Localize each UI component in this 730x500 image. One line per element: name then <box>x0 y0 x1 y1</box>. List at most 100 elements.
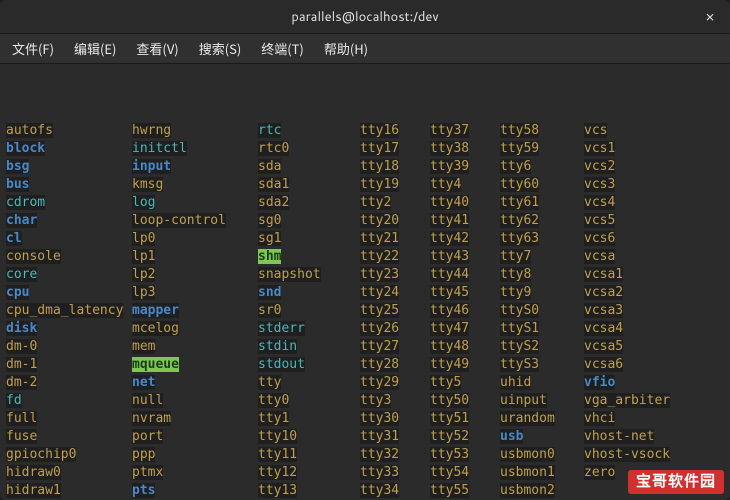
file-entry: vcs1 <box>584 140 704 158</box>
file-entry: tty60 <box>500 176 584 194</box>
file-entry: cdrom <box>6 194 132 212</box>
file-entry: dm-2 <box>6 374 132 392</box>
terminal-viewport[interactable]: autofshwrngrtctty16tty37tty58vcsblockini… <box>0 64 730 500</box>
titlebar: parallels@localhost:/dev × <box>0 0 730 34</box>
file-entry: uinput <box>500 392 584 410</box>
file-entry: vcsa3 <box>584 302 704 320</box>
file-entry: initctl <box>132 140 258 158</box>
file-entry: tty10 <box>258 428 360 446</box>
file-entry: tty34 <box>360 482 430 500</box>
file-entry: tty29 <box>360 374 430 392</box>
file-entry: tty51 <box>430 410 500 428</box>
menu-terminal[interactable]: 终端(T) <box>257 37 308 60</box>
file-entry: urandom <box>500 410 584 428</box>
listing-row: hidraw0ptmxtty12tty33tty54usbmon1zero <box>6 464 724 482</box>
listing-row: fullnvramtty1tty30tty51urandomvhci <box>6 410 724 428</box>
file-entry: block <box>6 140 132 158</box>
menu-view[interactable]: 查看(V) <box>132 37 182 60</box>
file-entry: tty1 <box>258 410 360 428</box>
file-entry: sda2 <box>258 194 360 212</box>
file-entry: ttyS0 <box>500 302 584 320</box>
file-entry: autofs <box>6 122 132 140</box>
file-entry: tty45 <box>430 284 500 302</box>
file-entry: vcs4 <box>584 194 704 212</box>
file-entry: tty53 <box>430 446 500 464</box>
file-entry: console <box>6 248 132 266</box>
file-entry: tty16 <box>360 122 430 140</box>
file-entry: stdin <box>258 338 360 356</box>
file-entry: full <box>6 410 132 428</box>
listing-row: buskmsgsda1tty19tty4tty60vcs3 <box>6 176 724 194</box>
file-entry: fd <box>6 392 132 410</box>
file-entry: mapper <box>132 302 258 320</box>
file-entry: tty44 <box>430 266 500 284</box>
file-entry: tty6 <box>500 158 584 176</box>
file-entry: tty8 <box>500 266 584 284</box>
file-entry: mqueue <box>132 356 258 374</box>
file-entry: tty41 <box>430 212 500 230</box>
file-entry: tty21 <box>360 230 430 248</box>
file-entry: ppp <box>132 446 258 464</box>
listing-row: dm-0memstdintty27tty48ttyS2vcsa5 <box>6 338 724 356</box>
file-entry: vcsa2 <box>584 284 704 302</box>
file-entry: net <box>132 374 258 392</box>
close-icon[interactable]: × <box>700 6 720 26</box>
menu-search[interactable]: 搜索(S) <box>195 37 246 60</box>
file-entry: tty9 <box>500 284 584 302</box>
file-entry: tty <box>258 374 360 392</box>
file-entry: bsg <box>6 158 132 176</box>
listing-row: consolelp1shmtty22tty43tty7vcsa <box>6 248 724 266</box>
file-entry: tty25 <box>360 302 430 320</box>
file-entry: cpu_dma_latency <box>6 302 132 320</box>
file-entry: tty11 <box>258 446 360 464</box>
file-entry: shm <box>258 248 360 266</box>
file-entry: fuse <box>6 428 132 446</box>
file-entry: tty12 <box>258 464 360 482</box>
file-entry: null <box>132 392 258 410</box>
file-entry: stderr <box>258 320 360 338</box>
menu-edit[interactable]: 编辑(E) <box>70 37 120 60</box>
file-entry: usbmon0 <box>500 446 584 464</box>
file-entry: tty55 <box>430 482 500 500</box>
file-entry: vcsa5 <box>584 338 704 356</box>
file-entry: vcsa <box>584 248 704 266</box>
listing-row: dm-2netttytty29tty5uhidvfio <box>6 374 724 392</box>
file-entry: char <box>6 212 132 230</box>
file-entry: tty4 <box>430 176 500 194</box>
listing-row: dm-1mqueuestdouttty28tty49ttyS3vcsa6 <box>6 356 724 374</box>
file-entry: tty49 <box>430 356 500 374</box>
file-entry: cpu <box>6 284 132 302</box>
file-entry: stdout <box>258 356 360 374</box>
menu-help[interactable]: 帮助(H) <box>320 37 372 60</box>
file-entry: tty54 <box>430 464 500 482</box>
file-entry: sr0 <box>258 302 360 320</box>
file-entry: tty47 <box>430 320 500 338</box>
listing-row: bsginputsdatty18tty39tty6vcs2 <box>6 158 724 176</box>
file-entry: uhid <box>500 374 584 392</box>
file-entry: usb <box>500 428 584 446</box>
listing-row: autofshwrngrtctty16tty37tty58vcs <box>6 122 724 140</box>
file-entry: lp2 <box>132 266 258 284</box>
file-entry: tty46 <box>430 302 500 320</box>
file-entry: tty13 <box>258 482 360 500</box>
file-entry: dm-1 <box>6 356 132 374</box>
file-entry: tty5 <box>430 374 500 392</box>
menu-file[interactable]: 文件(F) <box>8 37 58 60</box>
file-entry: tty31 <box>360 428 430 446</box>
file-entry: tty37 <box>430 122 500 140</box>
file-entry: vcsa4 <box>584 320 704 338</box>
listing-row: charloop-controlsg0tty20tty41tty62vcs5 <box>6 212 724 230</box>
file-entry: tty63 <box>500 230 584 248</box>
listing-row: hidraw1ptstty13tty34tty55usbmon2 <box>6 482 724 500</box>
listing-row: corelp2snapshottty23tty44tty8vcsa1 <box>6 266 724 284</box>
file-entry: sda <box>258 158 360 176</box>
file-entry: usbmon2 <box>500 482 584 500</box>
file-entry: ptmx <box>132 464 258 482</box>
file-entry: vhost-net <box>584 428 704 446</box>
file-entry: snapshot <box>258 266 360 284</box>
file-entry: tty27 <box>360 338 430 356</box>
file-entry: tty20 <box>360 212 430 230</box>
file-entry: core <box>6 266 132 284</box>
file-entry: tty59 <box>500 140 584 158</box>
file-entry: hwrng <box>132 122 258 140</box>
